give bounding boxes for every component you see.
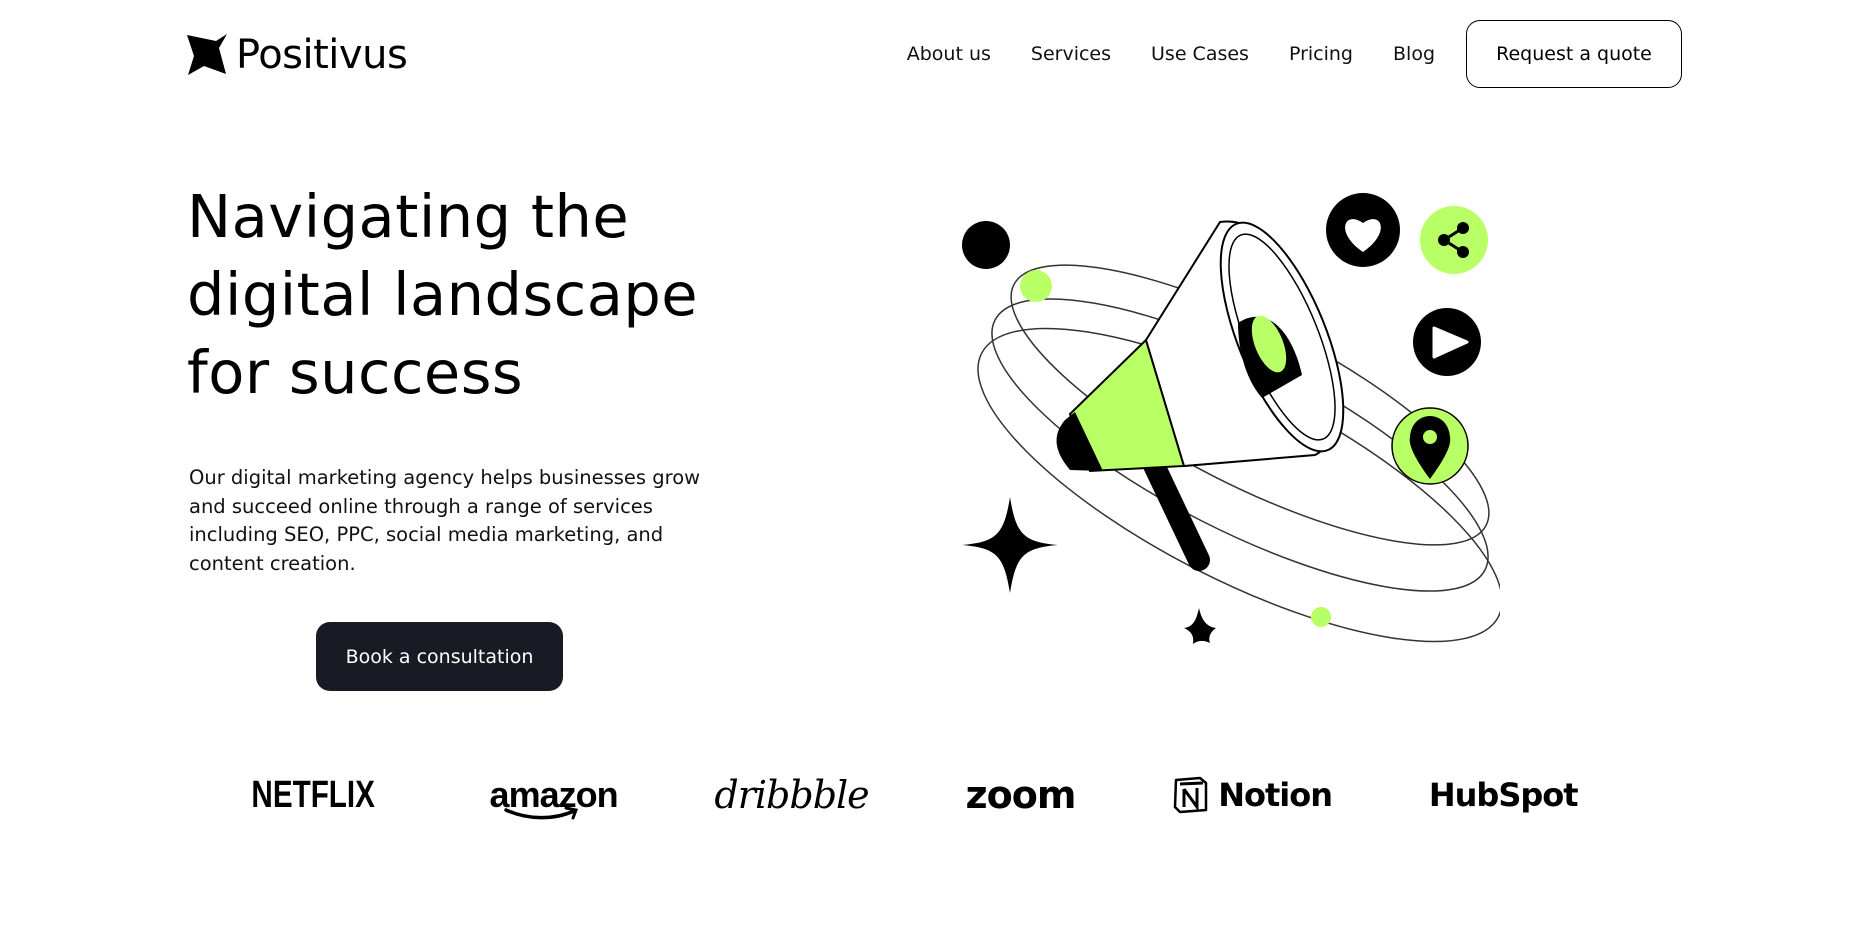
brand-notion-text: Notion	[1218, 776, 1333, 814]
hero-description: Our digital marketing agency helps busin…	[189, 466, 701, 575]
main-nav: About us Services Use Cases Pricing Blog…	[907, 20, 1682, 88]
nav-use-cases[interactable]: Use Cases	[1151, 43, 1249, 65]
brand-netflix: NETFLIX	[251, 773, 376, 816]
brand-hubspot: HubSpot	[1428, 776, 1579, 814]
nav-pricing[interactable]: Pricing	[1289, 43, 1353, 65]
green-dot	[1020, 270, 1052, 302]
nav-blog[interactable]: Blog	[1393, 43, 1435, 65]
megaphone-illustration	[962, 193, 1500, 644]
logo[interactable]: Positivus	[186, 32, 408, 78]
large-star-icon	[962, 497, 1058, 593]
nav-about-us[interactable]: About us	[907, 43, 991, 65]
amazon-smile-icon	[503, 806, 578, 820]
black-dot	[962, 221, 1010, 269]
hero-title: Navigating the digital landscape for suc…	[187, 182, 699, 407]
brand-notion: Notion	[1172, 776, 1333, 814]
logo-text: Positivus	[236, 32, 408, 78]
megaphone-icon	[1056, 220, 1345, 571]
brand-amazon: amazon	[490, 774, 619, 820]
notion-logo-icon	[1173, 776, 1208, 814]
green-dot-small	[1311, 607, 1331, 627]
location-pin-icon	[1391, 407, 1469, 485]
brand-dribbble: dribbble	[714, 773, 869, 817]
brand-logos: NETFLIX amazon dribbble zoom Notion HubS…	[186, 770, 1626, 820]
brand-zoom: zoom	[965, 773, 1076, 817]
small-star-icon	[1184, 608, 1216, 644]
share-icon	[1420, 206, 1488, 274]
request-quote-button[interactable]: Request a quote	[1466, 20, 1682, 88]
book-consultation-button[interactable]: Book a consultation	[316, 622, 563, 691]
star-logo-icon	[187, 34, 227, 75]
play-icon	[1413, 308, 1481, 376]
heart-icon	[1326, 193, 1400, 267]
nav-services[interactable]: Services	[1031, 43, 1111, 65]
